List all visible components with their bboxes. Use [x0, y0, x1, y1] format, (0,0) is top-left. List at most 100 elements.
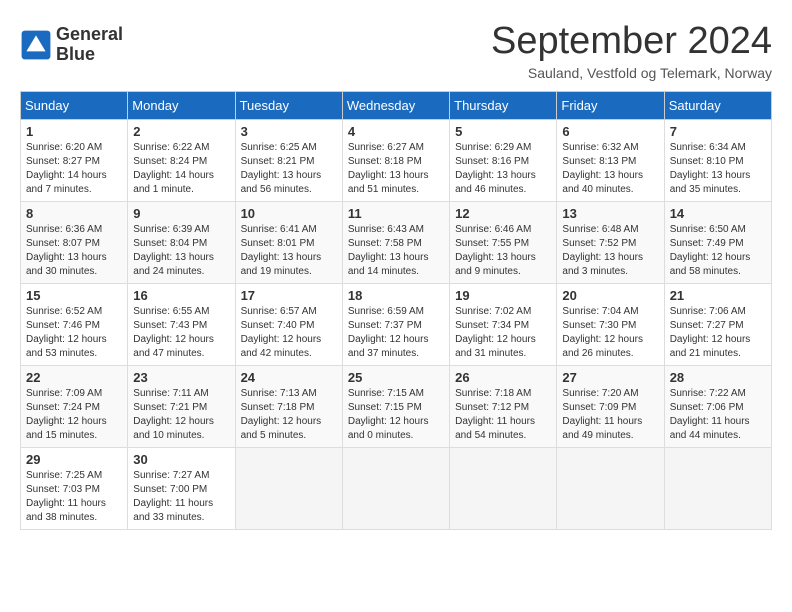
day-number: 13: [562, 206, 658, 221]
calendar-cell: 28 Sunrise: 7:22 AM Sunset: 7:06 PM Dayl…: [664, 366, 771, 448]
calendar-cell: [664, 448, 771, 530]
calendar-cell: 18 Sunrise: 6:59 AM Sunset: 7:37 PM Dayl…: [342, 284, 449, 366]
logo-line2: Blue: [56, 44, 95, 64]
day-info: Sunrise: 7:04 AM Sunset: 7:30 PM Dayligh…: [562, 306, 643, 359]
calendar-week-row: 15 Sunrise: 6:52 AM Sunset: 7:46 PM Dayl…: [21, 284, 772, 366]
day-info: Sunrise: 7:09 AM Sunset: 7:24 PM Dayligh…: [26, 388, 107, 441]
day-number: 24: [241, 370, 337, 385]
weekday-header-monday: Monday: [128, 92, 235, 120]
day-number: 12: [455, 206, 551, 221]
calendar-cell: 13 Sunrise: 6:48 AM Sunset: 7:52 PM Dayl…: [557, 202, 664, 284]
month-title: September 2024: [491, 20, 772, 63]
calendar-cell: 3 Sunrise: 6:25 AM Sunset: 8:21 PM Dayli…: [235, 120, 342, 202]
weekday-header-wednesday: Wednesday: [342, 92, 449, 120]
day-info: Sunrise: 6:48 AM Sunset: 7:52 PM Dayligh…: [562, 224, 643, 277]
calendar-cell: 22 Sunrise: 7:09 AM Sunset: 7:24 PM Dayl…: [21, 366, 128, 448]
day-number: 22: [26, 370, 122, 385]
day-info: Sunrise: 6:57 AM Sunset: 7:40 PM Dayligh…: [241, 306, 322, 359]
day-info: Sunrise: 6:27 AM Sunset: 8:18 PM Dayligh…: [348, 142, 429, 195]
calendar-cell: 24 Sunrise: 7:13 AM Sunset: 7:18 PM Dayl…: [235, 366, 342, 448]
day-number: 6: [562, 124, 658, 139]
day-number: 30: [133, 452, 229, 467]
calendar-cell: 21 Sunrise: 7:06 AM Sunset: 7:27 PM Dayl…: [664, 284, 771, 366]
day-info: Sunrise: 6:59 AM Sunset: 7:37 PM Dayligh…: [348, 306, 429, 359]
day-number: 15: [26, 288, 122, 303]
day-info: Sunrise: 6:32 AM Sunset: 8:13 PM Dayligh…: [562, 142, 643, 195]
calendar-cell: 20 Sunrise: 7:04 AM Sunset: 7:30 PM Dayl…: [557, 284, 664, 366]
day-number: 20: [562, 288, 658, 303]
day-info: Sunrise: 6:34 AM Sunset: 8:10 PM Dayligh…: [670, 142, 751, 195]
location-subtitle: Sauland, Vestfold og Telemark, Norway: [491, 65, 772, 81]
calendar-cell: 10 Sunrise: 6:41 AM Sunset: 8:01 PM Dayl…: [235, 202, 342, 284]
day-number: 19: [455, 288, 551, 303]
calendar-cell: 7 Sunrise: 6:34 AM Sunset: 8:10 PM Dayli…: [664, 120, 771, 202]
weekday-header-friday: Friday: [557, 92, 664, 120]
day-number: 3: [241, 124, 337, 139]
day-info: Sunrise: 6:52 AM Sunset: 7:46 PM Dayligh…: [26, 306, 107, 359]
calendar-week-row: 29 Sunrise: 7:25 AM Sunset: 7:03 PM Dayl…: [21, 448, 772, 530]
day-info: Sunrise: 6:43 AM Sunset: 7:58 PM Dayligh…: [348, 224, 429, 277]
calendar-cell: 4 Sunrise: 6:27 AM Sunset: 8:18 PM Dayli…: [342, 120, 449, 202]
day-number: 25: [348, 370, 444, 385]
day-number: 26: [455, 370, 551, 385]
calendar-cell: 25 Sunrise: 7:15 AM Sunset: 7:15 PM Dayl…: [342, 366, 449, 448]
calendar-table: SundayMondayTuesdayWednesdayThursdayFrid…: [20, 91, 772, 530]
calendar-cell: 9 Sunrise: 6:39 AM Sunset: 8:04 PM Dayli…: [128, 202, 235, 284]
day-number: 21: [670, 288, 766, 303]
day-number: 17: [241, 288, 337, 303]
day-info: Sunrise: 7:18 AM Sunset: 7:12 PM Dayligh…: [455, 388, 535, 441]
calendar-week-row: 22 Sunrise: 7:09 AM Sunset: 7:24 PM Dayl…: [21, 366, 772, 448]
calendar-cell: 12 Sunrise: 6:46 AM Sunset: 7:55 PM Dayl…: [450, 202, 557, 284]
day-info: Sunrise: 6:55 AM Sunset: 7:43 PM Dayligh…: [133, 306, 214, 359]
day-info: Sunrise: 7:13 AM Sunset: 7:18 PM Dayligh…: [241, 388, 322, 441]
day-info: Sunrise: 6:20 AM Sunset: 8:27 PM Dayligh…: [26, 142, 107, 195]
weekday-header-row: SundayMondayTuesdayWednesdayThursdayFrid…: [21, 92, 772, 120]
day-info: Sunrise: 6:25 AM Sunset: 8:21 PM Dayligh…: [241, 142, 322, 195]
day-info: Sunrise: 6:39 AM Sunset: 8:04 PM Dayligh…: [133, 224, 214, 277]
day-number: 28: [670, 370, 766, 385]
calendar-cell: 16 Sunrise: 6:55 AM Sunset: 7:43 PM Dayl…: [128, 284, 235, 366]
weekday-header-tuesday: Tuesday: [235, 92, 342, 120]
day-number: 7: [670, 124, 766, 139]
calendar-cell: 15 Sunrise: 6:52 AM Sunset: 7:46 PM Dayl…: [21, 284, 128, 366]
day-number: 10: [241, 206, 337, 221]
weekday-header-saturday: Saturday: [664, 92, 771, 120]
calendar-cell: [235, 448, 342, 530]
day-number: 14: [670, 206, 766, 221]
day-info: Sunrise: 6:50 AM Sunset: 7:49 PM Dayligh…: [670, 224, 751, 277]
day-info: Sunrise: 6:41 AM Sunset: 8:01 PM Dayligh…: [241, 224, 322, 277]
calendar-cell: 14 Sunrise: 6:50 AM Sunset: 7:49 PM Dayl…: [664, 202, 771, 284]
logo-text: General Blue: [56, 25, 123, 65]
calendar-cell: 2 Sunrise: 6:22 AM Sunset: 8:24 PM Dayli…: [128, 120, 235, 202]
day-number: 11: [348, 206, 444, 221]
day-info: Sunrise: 7:06 AM Sunset: 7:27 PM Dayligh…: [670, 306, 751, 359]
logo: General Blue: [20, 25, 123, 65]
calendar-cell: 19 Sunrise: 7:02 AM Sunset: 7:34 PM Dayl…: [450, 284, 557, 366]
title-block: September 2024 Sauland, Vestfold og Tele…: [491, 20, 772, 81]
calendar-cell: 23 Sunrise: 7:11 AM Sunset: 7:21 PM Dayl…: [128, 366, 235, 448]
day-info: Sunrise: 7:25 AM Sunset: 7:03 PM Dayligh…: [26, 470, 106, 523]
calendar-cell: 6 Sunrise: 6:32 AM Sunset: 8:13 PM Dayli…: [557, 120, 664, 202]
day-number: 1: [26, 124, 122, 139]
calendar-cell: 30 Sunrise: 7:27 AM Sunset: 7:00 PM Dayl…: [128, 448, 235, 530]
calendar-cell: [342, 448, 449, 530]
logo-line1: General: [56, 24, 123, 44]
calendar-cell: 5 Sunrise: 6:29 AM Sunset: 8:16 PM Dayli…: [450, 120, 557, 202]
day-number: 18: [348, 288, 444, 303]
day-number: 8: [26, 206, 122, 221]
day-info: Sunrise: 6:46 AM Sunset: 7:55 PM Dayligh…: [455, 224, 536, 277]
calendar-cell: 11 Sunrise: 6:43 AM Sunset: 7:58 PM Dayl…: [342, 202, 449, 284]
calendar-week-row: 8 Sunrise: 6:36 AM Sunset: 8:07 PM Dayli…: [21, 202, 772, 284]
day-number: 5: [455, 124, 551, 139]
day-info: Sunrise: 7:02 AM Sunset: 7:34 PM Dayligh…: [455, 306, 536, 359]
calendar-body: 1 Sunrise: 6:20 AM Sunset: 8:27 PM Dayli…: [21, 120, 772, 530]
calendar-cell: [450, 448, 557, 530]
calendar-cell: [557, 448, 664, 530]
header: General Blue September 2024 Sauland, Ves…: [20, 20, 772, 81]
day-info: Sunrise: 6:29 AM Sunset: 8:16 PM Dayligh…: [455, 142, 536, 195]
day-info: Sunrise: 6:22 AM Sunset: 8:24 PM Dayligh…: [133, 142, 214, 195]
calendar-cell: 17 Sunrise: 6:57 AM Sunset: 7:40 PM Dayl…: [235, 284, 342, 366]
calendar-week-row: 1 Sunrise: 6:20 AM Sunset: 8:27 PM Dayli…: [21, 120, 772, 202]
calendar-cell: 8 Sunrise: 6:36 AM Sunset: 8:07 PM Dayli…: [21, 202, 128, 284]
day-number: 29: [26, 452, 122, 467]
